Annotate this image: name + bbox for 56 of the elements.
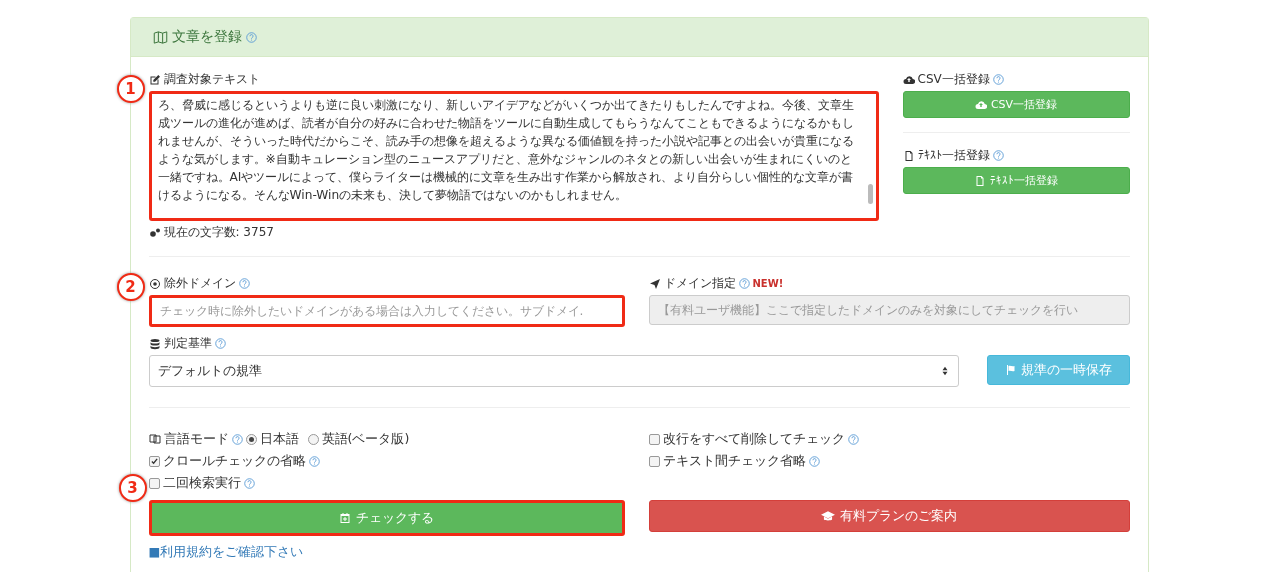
- help-icon[interactable]: [738, 278, 750, 289]
- save-criteria-button[interactable]: 規準の一時保存: [986, 355, 1130, 385]
- option-label: クロールチェックの省略: [162, 452, 306, 470]
- radio-label: 日本語: [259, 430, 299, 448]
- help-icon[interactable]: [992, 150, 1004, 161]
- help-icon[interactable]: [214, 338, 226, 349]
- field-label: 調査対象テキスト: [163, 71, 260, 88]
- field-label: 除外ドメイン: [163, 275, 236, 292]
- radio-button[interactable]: [245, 433, 257, 445]
- char-count: 現在の文字数: 3757: [163, 224, 274, 241]
- help-icon[interactable]: [243, 477, 255, 489]
- cloud-upload-icon: [902, 73, 915, 86]
- help-icon[interactable]: [238, 278, 250, 289]
- target-icon: [148, 277, 161, 290]
- checkbox[interactable]: [148, 477, 160, 489]
- criteria-select[interactable]: デフォルトの規準: [148, 355, 959, 387]
- new-label: NEW!: [752, 278, 784, 289]
- help-icon[interactable]: [245, 31, 257, 43]
- checkbox[interactable]: [148, 455, 160, 467]
- bulk-label: CSV一括登録: [917, 71, 990, 88]
- location-arrow-icon: [648, 277, 661, 290]
- database-icon: [148, 337, 161, 350]
- plan-button[interactable]: 有料プランのご案内: [648, 500, 1130, 532]
- annotation-marker: 3: [118, 474, 147, 502]
- map-icon: [152, 29, 168, 45]
- help-icon[interactable]: [308, 455, 320, 467]
- option-label: テキスト間チェック省略: [662, 452, 806, 470]
- text-area[interactable]: ろ、脅威に感じるというよりも逆に良い刺激になり、新しいアイデアなどがいくつか出てきたりもしたんですよね。今後、文章生成ツールの進化が進めば、読者が自分の好みに合わせた物語をツールに自動生成してもらうなんてこともできるようになるかもしれませんが、そういった時代だからこそ、読み手の想像を超えるような異なる価値観を持った小説や記事との出会いが貴重になるような気がします。※自動キュレーション型のニュースアプリだと、意外なジャンルのネタとの新しい出会いが生まれにくいのと一緒ですね。AIやツールによって、僕らライターは機械的に文章を生み出す作業から解放され、より自分らしい個性的な文章が書けるようになる。そんなWin-Winの未来も、決して夢物語ではないのかもしれません。: [148, 91, 879, 221]
- check-button[interactable]: チェックする: [148, 500, 625, 536]
- bulk-label: ﾃｷｽﾄ一括登録: [917, 147, 990, 164]
- field-label: 判定基準: [163, 335, 212, 352]
- terms-link[interactable]: ■利用規約をご確認下さい: [148, 544, 304, 559]
- exclude-domain-field[interactable]: チェック時に除外したいドメインがある場合は入力してください。サブドメイ.: [148, 295, 625, 327]
- flag-icon: [1004, 364, 1017, 376]
- option-label: 二回検索実行: [162, 474, 241, 492]
- cloud-upload-icon: [974, 98, 987, 111]
- radio-label: 英語(ベータ版): [321, 430, 410, 448]
- help-icon[interactable]: [992, 74, 1004, 85]
- panel-title: 文章を登録: [171, 28, 242, 46]
- bulk-upload-button[interactable]: CSV一括登録: [902, 91, 1130, 118]
- radio-button[interactable]: [307, 433, 319, 445]
- checkbox[interactable]: [648, 455, 660, 467]
- bulk-upload-button[interactable]: ﾃｷｽﾄ一括登録: [902, 167, 1130, 194]
- calendar-plus-icon: [339, 512, 351, 524]
- help-icon[interactable]: [847, 433, 859, 445]
- help-icon[interactable]: [808, 455, 820, 467]
- translate-icon: [148, 433, 161, 445]
- field-label: ドメイン指定: [663, 275, 736, 292]
- checkbox[interactable]: [648, 433, 660, 445]
- edit-icon: [148, 73, 161, 86]
- annotation-marker: 1: [116, 75, 145, 103]
- annotation-marker: 2: [116, 273, 145, 301]
- document-icon: [974, 174, 986, 187]
- option-label: 改行をすべて削除してチェック: [662, 430, 845, 448]
- field-label: 言語モード: [163, 430, 229, 448]
- graduation-cap-icon: [821, 509, 835, 523]
